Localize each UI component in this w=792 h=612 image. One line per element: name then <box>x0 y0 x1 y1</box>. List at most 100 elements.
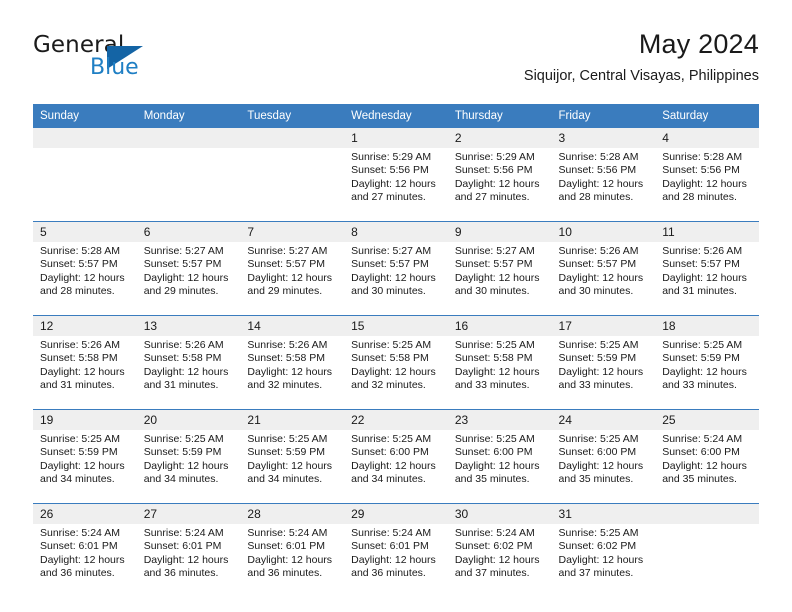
day-number-24[interactable]: 24 <box>551 409 656 430</box>
page-subtitle: Siquijor, Central Visayas, Philippines <box>523 68 759 84</box>
day-number-9[interactable]: 9 <box>447 221 552 242</box>
daylight-text: Daylight: 12 hours and 37 minutes. <box>454 553 540 580</box>
day-cell-12[interactable]: Sunrise: 5:26 AM Sunset: 5:58 PM Daylight:… <box>33 336 137 410</box>
day-cell-10[interactable]: Sunrise: 5:26 AM Sunset: 5:57 PM Daylight:… <box>551 242 656 316</box>
day-number-21[interactable]: 21 <box>240 409 345 430</box>
day-number-17[interactable]: 17 <box>551 315 656 336</box>
day-cell-22[interactable]: Sunrise: 5:25 AM Sunset: 6:00 PM Daylight:… <box>344 430 448 504</box>
day-number-2[interactable]: 2 <box>447 128 552 148</box>
day-cell-28[interactable]: Sunrise: 5:24 AM Sunset: 6:01 PM Daylight:… <box>240 524 345 597</box>
day-number-7[interactable]: 7 <box>240 221 345 242</box>
day-cell-24[interactable]: Sunrise: 5:25 AM Sunset: 6:00 PM Daylight:… <box>551 430 656 504</box>
day-cell-empty <box>240 148 345 222</box>
day-number-18[interactable]: 18 <box>655 315 759 336</box>
day-cell-20[interactable]: Sunrise: 5:25 AM Sunset: 5:59 PM Daylight:… <box>136 430 241 504</box>
day-number-13[interactable]: 13 <box>136 315 241 336</box>
day-number-26[interactable]: 26 <box>33 503 137 524</box>
day-cell-9[interactable]: Sunrise: 5:27 AM Sunset: 5:57 PM Daylight:… <box>447 242 552 316</box>
day-cell-1[interactable]: Sunrise: 5:29 AM Sunset: 5:56 PM Daylight:… <box>344 148 448 222</box>
day-number-28[interactable]: 28 <box>240 503 345 524</box>
day-number-4[interactable]: 4 <box>655 128 759 148</box>
day-cell-11[interactable]: Sunrise: 5:26 AM Sunset: 5:57 PM Daylight:… <box>655 242 759 316</box>
sunset-text: Sunset: 5:57 PM <box>143 258 222 271</box>
day-number-22[interactable]: 22 <box>344 409 448 430</box>
day-cell-15[interactable]: Sunrise: 5:25 AM Sunset: 5:58 PM Daylight:… <box>344 336 448 410</box>
week-number-row: 19 20 21 22 23 24 25 <box>33 409 759 430</box>
calendar-body: 1 2 3 4 Sunrise: 5:29 AM Sunset: 5:56 PM Dayli… <box>33 128 759 597</box>
day-number-20[interactable]: 20 <box>136 409 241 430</box>
day-cell-16[interactable]: Sunrise: 5:25 AM Sunset: 5:58 PM Daylight:… <box>447 336 552 410</box>
day-number-27[interactable]: 27 <box>136 503 241 524</box>
day-number-14[interactable]: 14 <box>240 315 345 336</box>
daylight-text: Daylight: 12 hours and 31 minutes. <box>143 365 229 392</box>
day-number-8[interactable]: 8 <box>344 221 448 242</box>
day-cell-17[interactable]: Sunrise: 5:25 AM Sunset: 5:59 PM Daylight:… <box>551 336 656 410</box>
day-cell-19[interactable]: Sunrise: 5:25 AM Sunset: 5:59 PM Daylight:… <box>33 430 137 504</box>
day-number-3[interactable]: 3 <box>551 128 656 148</box>
daylight-text: Daylight: 12 hours and 30 minutes. <box>454 271 540 298</box>
day-cell-7[interactable]: Sunrise: 5:27 AM Sunset: 5:57 PM Daylight:… <box>240 242 345 316</box>
calendar-page: General Blue May 2024 Siquijor, Central … <box>0 0 792 612</box>
day-number-19[interactable]: 19 <box>33 409 137 430</box>
sunrise-text: Sunrise: 5:24 AM <box>454 527 535 539</box>
day-cell-3[interactable]: Sunrise: 5:28 AM Sunset: 5:56 PM Daylight:… <box>551 148 656 222</box>
day-number-5[interactable]: 5 <box>33 221 137 242</box>
sunset-text: Sunset: 5:59 PM <box>143 446 222 459</box>
week-number-row: 5 6 7 8 9 10 11 <box>33 221 759 242</box>
day-cell-5[interactable]: Sunrise: 5:28 AM Sunset: 5:57 PM Daylight:… <box>33 242 137 316</box>
sunrise-text: Sunrise: 5:27 AM <box>351 245 432 257</box>
sunset-text: Sunset: 5:56 PM <box>662 164 740 177</box>
day-cell-8[interactable]: Sunrise: 5:27 AM Sunset: 5:57 PM Daylight:… <box>344 242 448 316</box>
day-cell-empty <box>136 148 241 222</box>
day-cell-21[interactable]: Sunrise: 5:25 AM Sunset: 5:59 PM Daylight:… <box>240 430 345 504</box>
day-cell-6[interactable]: Sunrise: 5:27 AM Sunset: 5:57 PM Daylight:… <box>136 242 241 316</box>
sunset-text: Sunset: 6:01 PM <box>40 540 118 553</box>
daylight-text: Daylight: 12 hours and 32 minutes. <box>351 365 436 392</box>
weekday-header-thursday: Thursday <box>447 104 552 128</box>
day-cell-26[interactable]: Sunrise: 5:24 AM Sunset: 6:01 PM Daylight:… <box>33 524 137 597</box>
week-number-row: 12 13 14 15 16 17 18 <box>33 315 759 336</box>
day-cell-29[interactable]: Sunrise: 5:24 AM Sunset: 6:01 PM Daylight:… <box>344 524 448 597</box>
sunset-text: Sunset: 6:00 PM <box>558 446 637 459</box>
day-number-11[interactable]: 11 <box>655 221 759 242</box>
sunrise-text: Sunrise: 5:25 AM <box>454 433 535 445</box>
daylight-text: Daylight: 12 hours and 32 minutes. <box>247 365 333 392</box>
daylight-text: Daylight: 12 hours and 36 minutes. <box>143 553 229 580</box>
day-number-1[interactable]: 1 <box>344 128 448 148</box>
day-cell-25[interactable]: Sunrise: 5:24 AM Sunset: 6:00 PM Daylight:… <box>655 430 759 504</box>
day-number-10[interactable]: 10 <box>551 221 656 242</box>
day-number-30[interactable]: 30 <box>447 503 552 524</box>
day-cell-18[interactable]: Sunrise: 5:25 AM Sunset: 5:59 PM Daylight:… <box>655 336 759 410</box>
daylight-text: Daylight: 12 hours and 27 minutes. <box>351 177 436 204</box>
page-title: May 2024 <box>638 29 759 59</box>
day-number-12[interactable]: 12 <box>33 315 137 336</box>
daylight-text: Daylight: 12 hours and 28 minutes. <box>662 177 747 204</box>
day-cell-14[interactable]: Sunrise: 5:26 AM Sunset: 5:58 PM Daylight:… <box>240 336 345 410</box>
daylight-text: Daylight: 12 hours and 36 minutes. <box>247 553 333 580</box>
daylight-text: Daylight: 12 hours and 36 minutes. <box>40 553 125 580</box>
sunset-text: Sunset: 5:57 PM <box>662 258 740 271</box>
day-number-29[interactable]: 29 <box>344 503 448 524</box>
day-number-25[interactable]: 25 <box>655 409 759 430</box>
day-number-15[interactable]: 15 <box>344 315 448 336</box>
logo-text-blue: Blue <box>90 55 139 80</box>
day-cell-23[interactable]: Sunrise: 5:25 AM Sunset: 6:00 PM Daylight:… <box>447 430 552 504</box>
day-number-23[interactable]: 23 <box>447 409 552 430</box>
day-cell-13[interactable]: Sunrise: 5:26 AM Sunset: 5:58 PM Daylight:… <box>136 336 241 410</box>
day-number-31[interactable]: 31 <box>551 503 656 524</box>
day-cell-2[interactable]: Sunrise: 5:29 AM Sunset: 5:56 PM Daylight:… <box>447 148 552 222</box>
daylight-text: Daylight: 12 hours and 28 minutes. <box>558 177 644 204</box>
day-number-16[interactable]: 16 <box>447 315 552 336</box>
day-number-empty <box>240 128 345 148</box>
sunrise-text: Sunrise: 5:27 AM <box>247 245 328 257</box>
sunrise-text: Sunrise: 5:25 AM <box>40 433 120 445</box>
day-cell-30[interactable]: Sunrise: 5:24 AM Sunset: 6:02 PM Daylight:… <box>447 524 552 597</box>
day-cell-4[interactable]: Sunrise: 5:28 AM Sunset: 5:56 PM Daylight:… <box>655 148 759 222</box>
day-number-6[interactable]: 6 <box>136 221 241 242</box>
day-cell-27[interactable]: Sunrise: 5:24 AM Sunset: 6:01 PM Daylight:… <box>136 524 241 597</box>
day-cell-31[interactable]: Sunrise: 5:25 AM Sunset: 6:02 PM Daylight:… <box>551 524 656 597</box>
daylight-text: Daylight: 12 hours and 30 minutes. <box>558 271 644 298</box>
weekday-header-row: Sunday Monday Tuesday Wednesday Thursday Frid… <box>33 104 759 128</box>
sunset-text: Sunset: 5:57 PM <box>40 258 118 271</box>
sunset-text: Sunset: 5:58 PM <box>40 352 118 365</box>
